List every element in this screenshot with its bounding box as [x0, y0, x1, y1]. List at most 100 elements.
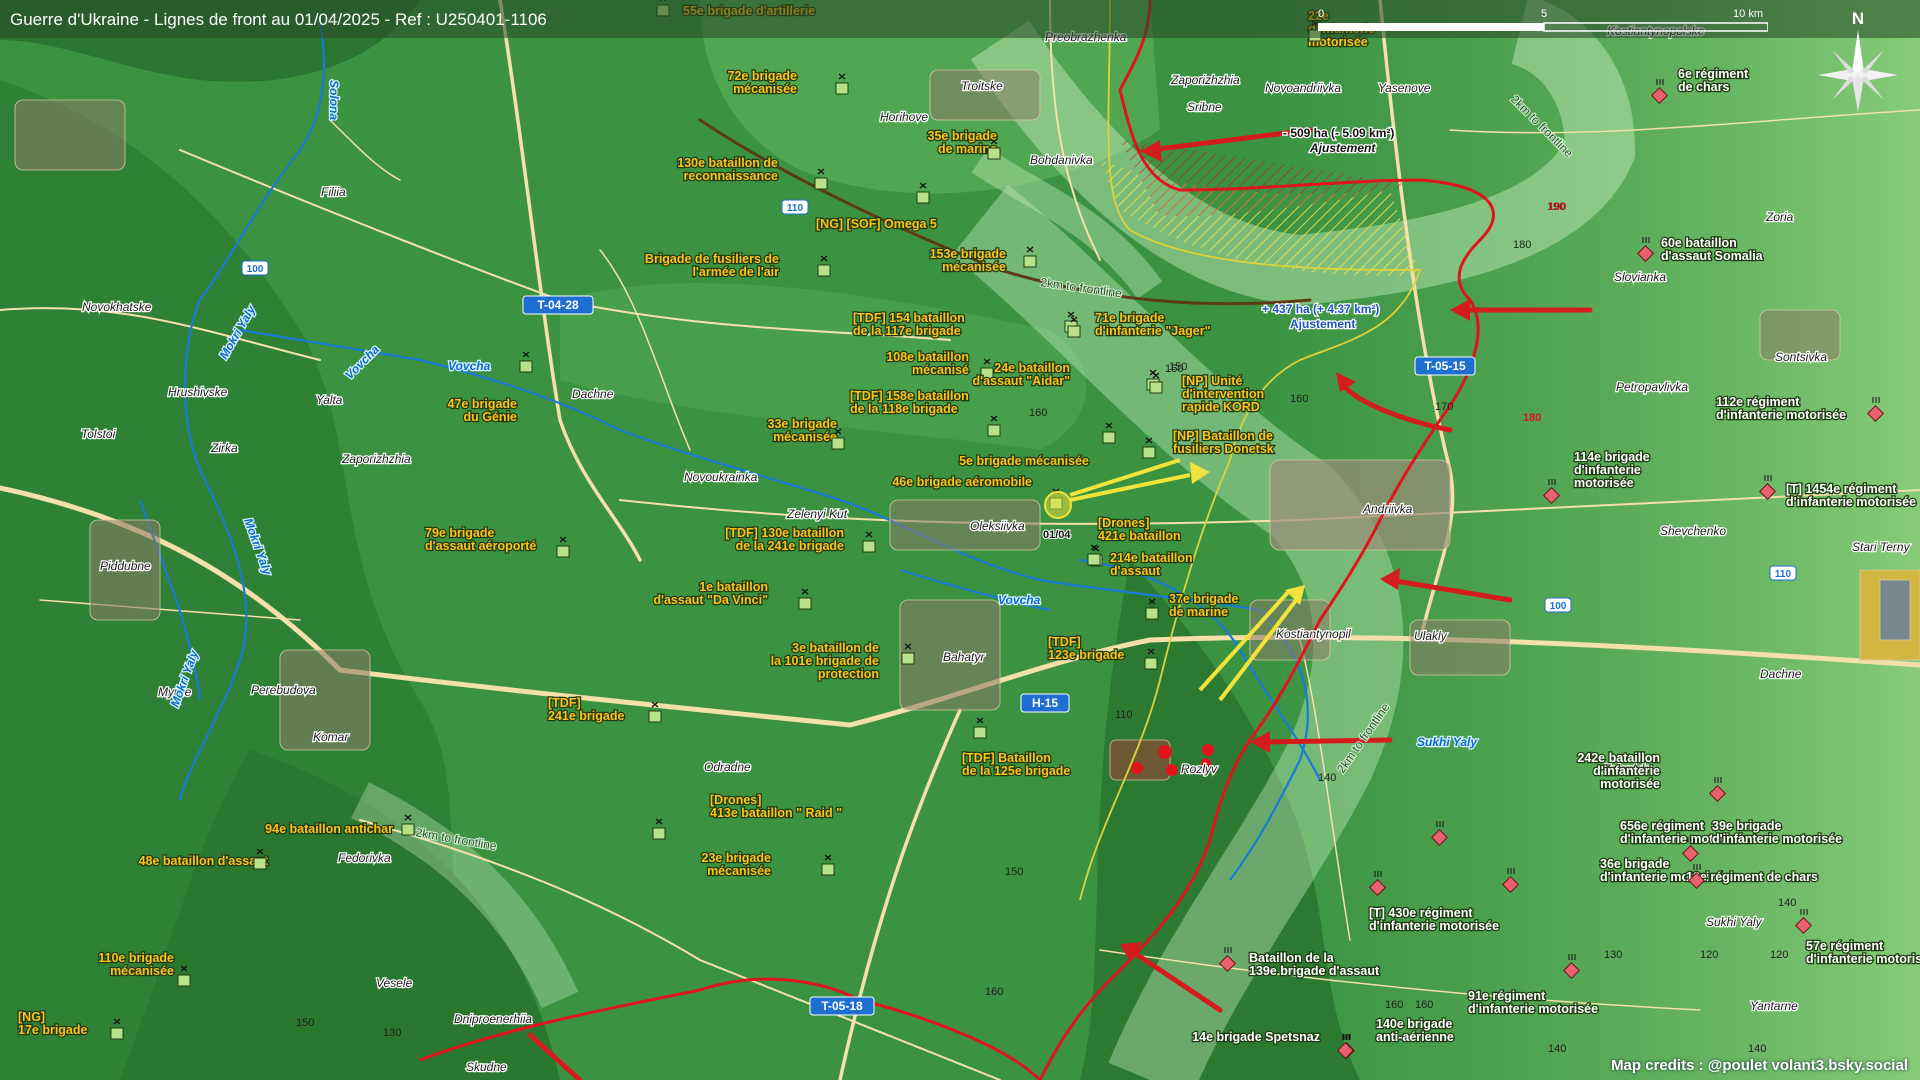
road-number: 100 [1544, 597, 1572, 613]
scale-bar: 0 5 10 km [1318, 8, 1768, 32]
road-badge-t-05-18: T-05-18 [809, 996, 875, 1016]
ru-unit-label: 140e brigade anti-aérienne [1376, 1017, 1454, 1044]
town-label: Zaporizhzhia [1170, 73, 1240, 87]
ua-unit-label: 48e bataillon d'assaut [139, 854, 269, 868]
town-label: Slovianka [1614, 270, 1666, 284]
elevation-value: 110 [1115, 709, 1133, 721]
town-label: Yasenove [1378, 81, 1431, 95]
scale-label-10: 10 km [1733, 8, 1763, 20]
svg-text:100: 100 [1550, 601, 1567, 612]
elevation-value-red: 190 [1548, 201, 1566, 213]
svg-text:H-15: H-15 [1032, 696, 1058, 710]
river-label: Solona [327, 80, 341, 120]
elevation-value: 180 [1513, 239, 1531, 251]
map-title: Guerre d'Ukraine - Lignes de front au 01… [10, 10, 547, 29]
elevation-value: 120 [1770, 949, 1788, 961]
town-label: Stari Terny [1852, 540, 1911, 554]
ua-unit-label: 110e brigade mécanisée [98, 951, 174, 978]
town-label: Andriivka [1362, 502, 1413, 516]
town-label: Petropavlivka [1616, 380, 1688, 394]
scale-label-0: 0 [1318, 8, 1324, 20]
elevation-value: 170 [1435, 401, 1453, 413]
elevation-value: 130 [383, 1027, 401, 1039]
town-label: Yalta [316, 393, 343, 407]
loss-annotation: - 509 ha (- 5.09 km²) [1283, 126, 1394, 140]
road-number: 100 [241, 260, 269, 276]
map-credits: Map credits : @poulet volant3.bsky.socia… [1611, 1057, 1908, 1074]
town-label: Skudne [466, 1060, 507, 1074]
town-label: Sribne [1187, 100, 1222, 114]
map-canvas[interactable]: 190 180 170 160 160 150 150 140 120 130 110 150 160 1… [0, 0, 1920, 1080]
svg-text:110: 110 [787, 203, 804, 214]
elevation-value: 160 [1385, 999, 1403, 1011]
ua-unit-label: 46e brigade aéromobile [892, 475, 1032, 489]
town-label: Filiia [321, 185, 346, 199]
elevation-value: 140 [1778, 897, 1796, 909]
north-label: N [1852, 9, 1864, 28]
elevation-value: 160 [1029, 407, 1047, 419]
elevation-value: 150 [1169, 361, 1187, 373]
elevation-value: 160 [1290, 393, 1308, 405]
town-label: Novokhatske [82, 300, 152, 314]
town-label: Sontsivka [1775, 350, 1827, 364]
ru-unit-label: 14e brigade Spetsnaz [1192, 1030, 1320, 1044]
town-label: Zirka [210, 441, 238, 455]
town-label: Sukhi Yaly [1706, 915, 1763, 929]
elevation-value: 140 [1548, 1043, 1566, 1055]
town-label: Perebudova [251, 683, 316, 697]
gain-annotation-sub: Ajustement [1290, 317, 1355, 331]
elevation-value: 150 [1005, 866, 1023, 878]
ua-unit-label: 72e brigade mécanisée [728, 69, 798, 96]
ua-unit-label: [TDF] 130e bataillon de la 241e brigade [725, 526, 844, 553]
river-label: Vovcha [998, 593, 1041, 607]
town-label: Novoandriivka [1265, 81, 1341, 95]
loss-annotation-sub: Ajustement [1309, 141, 1376, 155]
date-marker-ring [1044, 491, 1072, 519]
ua-unit-label: [NP] Bataillon de fusiliers Donetsk [1173, 429, 1274, 456]
town-label: Yantarne [1750, 999, 1798, 1013]
road-badge-t-05-15: T-05-15 [1414, 356, 1476, 376]
town-label: Odradne [704, 760, 751, 774]
date-marker-label: 01/04 [1043, 529, 1071, 541]
road-badge-t-04-28: T-04-28 [522, 295, 594, 315]
ua-unit-label: [TDF] 158e bataillon de la 118e brigade [850, 389, 969, 416]
ua-unit-label: 94e bataillon antichar [265, 822, 393, 836]
town-label: Piddubne [100, 559, 151, 573]
town-label: Kostiantynopil [1276, 627, 1351, 641]
town-label: Hrushivske [168, 385, 228, 399]
road-badge-h-15: H-15 [1020, 693, 1070, 713]
ua-unit-label: 35e brigade de marine [928, 129, 998, 156]
elevation-value: 120 [1700, 949, 1718, 961]
town-label: Dniproenerhiia [454, 1012, 532, 1026]
town-label: Tolstoi [81, 427, 116, 441]
town-label: Fedorivka [338, 851, 391, 865]
gain-annotation: + 437 ha (+ 4.37 km²) [1262, 302, 1379, 316]
town-label: Zelenyi Kut [786, 507, 848, 521]
town-label: Horihove [880, 110, 928, 124]
town-label: Bahatyr [943, 650, 985, 664]
ua-unit-label: 130e bataillon de reconnaissance [677, 156, 778, 183]
town-label: Zoria [1765, 210, 1794, 224]
ua-unit-label: 33e brigade mécanisée [768, 417, 838, 444]
town-label: Ulakly [1414, 629, 1448, 643]
scale-segment-1 [1318, 23, 1544, 31]
river-label: Sukhi Yaly [1417, 735, 1478, 749]
svg-text:T-04-28: T-04-28 [537, 298, 579, 312]
elevation-value: 160 [985, 986, 1003, 998]
town-label: Dachne [1760, 667, 1802, 681]
road-number: 110 [1769, 565, 1797, 581]
town-label: Bohdanivka [1030, 153, 1093, 167]
elevation-value: 130 [1604, 949, 1622, 961]
ua-unit-label: [NG] [SOF] Omega 5 [816, 217, 937, 231]
elevation-value: 160 [1415, 999, 1433, 1011]
svg-text:T-05-18: T-05-18 [821, 999, 863, 1013]
svg-text:110: 110 [1775, 569, 1792, 580]
elevation-value: 140 [1318, 772, 1336, 784]
ru-unit-label: 10e régiment de chars [1686, 870, 1818, 884]
river-label: Vovcha [448, 359, 491, 373]
svg-text:100: 100 [247, 264, 264, 275]
scale-segment-2 [1543, 22, 1768, 32]
town-label: Zaporizhzhia [341, 452, 411, 466]
town-label: Novoukrainka [684, 470, 758, 484]
town-label: Dachne [572, 387, 614, 401]
